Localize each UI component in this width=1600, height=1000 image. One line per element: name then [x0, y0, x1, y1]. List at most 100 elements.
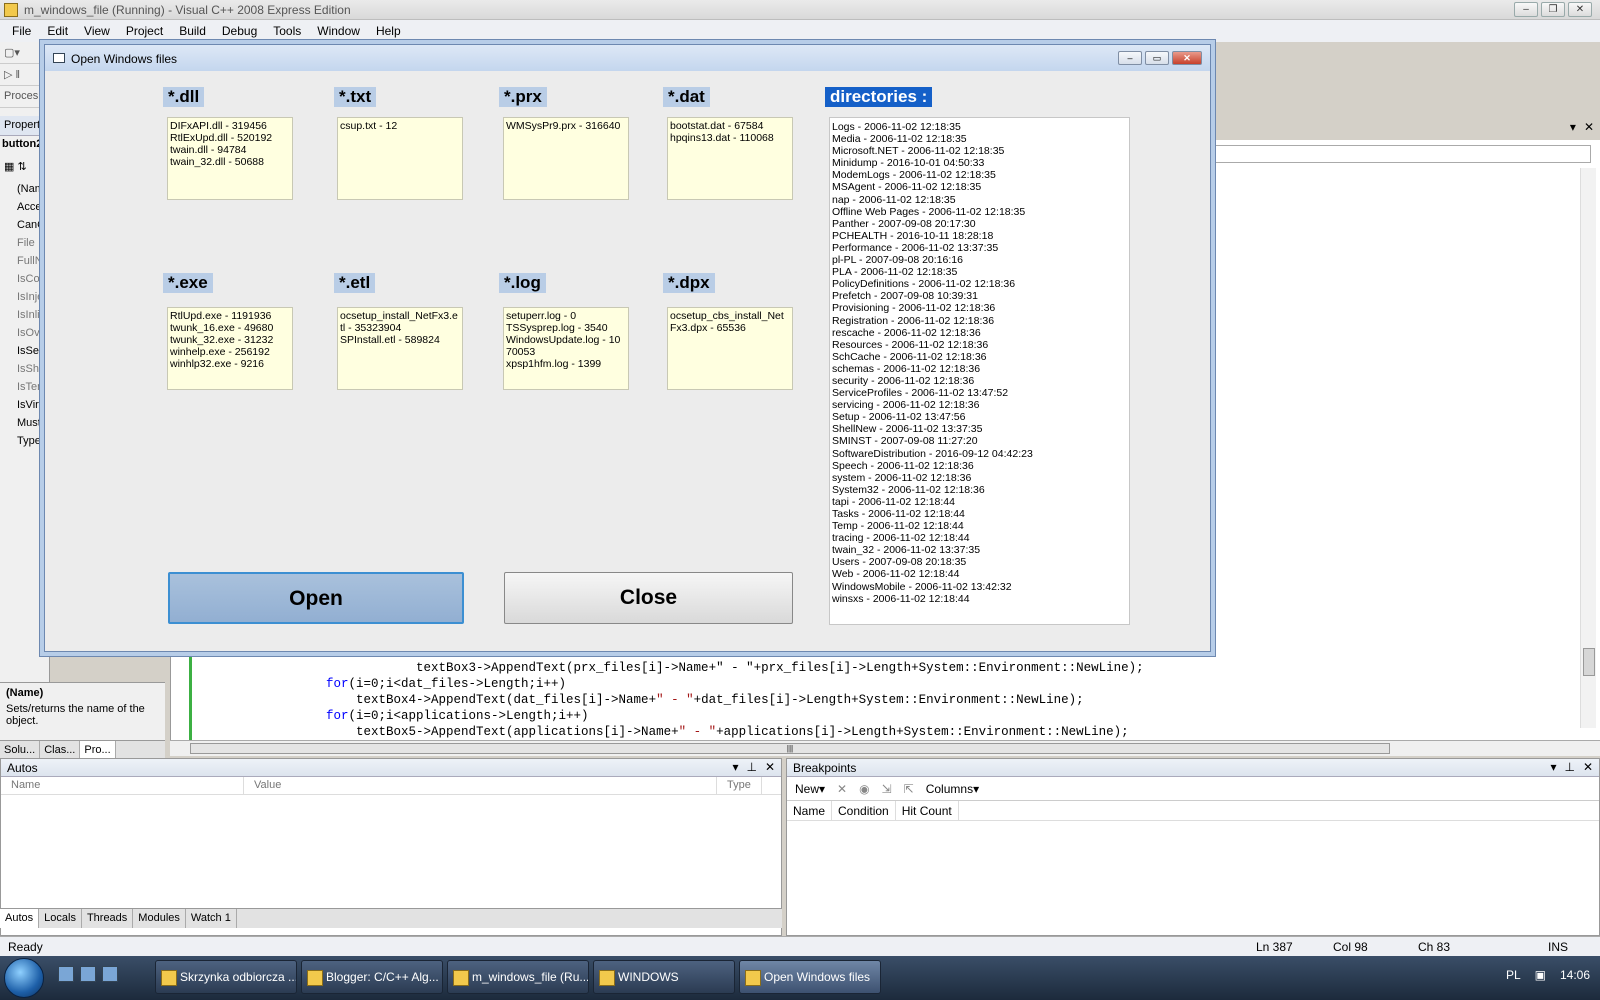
import-icon[interactable]: ⇱	[904, 782, 914, 796]
column-header[interactable]: Type	[717, 777, 762, 794]
editor-horizontal-scrollbar[interactable]: |||	[170, 740, 1600, 756]
member-dropdown[interactable]	[1211, 145, 1591, 163]
property-row[interactable]: IsInje	[0, 288, 50, 306]
textbox-exe[interactable]: RtlUpd.exe - 1191936 twunk_16.exe - 4968…	[167, 307, 293, 390]
scroll-thumb[interactable]: |||	[190, 743, 1390, 754]
close-button[interactable]: ✕	[1172, 51, 1202, 65]
textbox-dpx[interactable]: ocsetup_cbs_install_NetFx3.dpx - 65536	[667, 307, 793, 390]
scroll-thumb[interactable]	[1583, 648, 1595, 676]
property-list: (Nam Acce CanC File FullN IsCor IsInje I…	[0, 180, 50, 450]
close-button[interactable]: ✕	[1568, 2, 1592, 17]
editor-vertical-scrollbar[interactable]	[1580, 168, 1596, 728]
chevron-down-icon[interactable]: ▾	[732, 760, 738, 774]
close-icon[interactable]: ✕	[1584, 120, 1594, 134]
column-header[interactable]: Hit Count	[896, 801, 959, 820]
taskbar-item[interactable]: Blogger: C/C++ Alg...	[301, 960, 443, 994]
export-icon[interactable]: ⇲	[882, 782, 892, 796]
minimize-button[interactable]: –	[1514, 2, 1538, 17]
column-header[interactable]: Name	[787, 801, 833, 820]
list-item: Resources - 2006-11-02 12:18:36	[832, 338, 989, 351]
property-row[interactable]: IsTen	[0, 378, 50, 396]
close-icon[interactable]: ✕	[1583, 760, 1593, 774]
directories-listbox[interactable]: Logs - 2006-11-02 12:18:35 Media - 2006-…	[829, 117, 1130, 625]
status-column: Col 98	[1333, 940, 1368, 954]
property-row[interactable]: IsSha	[0, 360, 50, 378]
close-icon[interactable]: ✕	[765, 760, 775, 774]
taskbar-item[interactable]: Open Windows files	[739, 960, 881, 994]
properties-sort-icons[interactable]: ▦ ⇅	[4, 160, 27, 173]
menu-file[interactable]: File	[4, 24, 39, 38]
properties-object-name[interactable]: button2	[2, 138, 42, 150]
network-icon[interactable]: ▣	[1535, 968, 1546, 982]
new-breakpoint-button[interactable]: New▾	[795, 782, 825, 796]
property-row[interactable]: IsCor	[0, 270, 50, 288]
property-row[interactable]: Type	[0, 432, 50, 450]
menu-project[interactable]: Project	[118, 24, 171, 38]
menu-help[interactable]: Help	[368, 24, 409, 38]
taskbar-items: Skrzynka odbiorcza ... Blogger: C/C++ Al…	[155, 960, 881, 994]
list-item: TSSysprep.log - 3540	[506, 322, 608, 334]
textbox-etl[interactable]: ocsetup_install_NetFx3.etl - 35323904 SP…	[337, 307, 463, 390]
taskbar-item[interactable]: WINDOWS	[593, 960, 735, 994]
menu-view[interactable]: View	[76, 24, 118, 38]
property-row[interactable]: File	[0, 234, 50, 252]
list-item: winsxs - 2006-11-02 12:18:44	[832, 592, 970, 605]
list-item: servicing - 2006-11-02 12:18:36	[832, 399, 980, 412]
tab-locals[interactable]: Locals	[39, 909, 82, 928]
menu-debug[interactable]: Debug	[214, 24, 265, 38]
toolbar-row-2[interactable]: ▷ ‖	[0, 64, 49, 86]
tab-watch-1[interactable]: Watch 1	[186, 909, 237, 928]
column-header[interactable]: Name	[1, 777, 244, 794]
menu-tools[interactable]: Tools	[265, 24, 309, 38]
property-row[interactable]: Must	[0, 414, 50, 432]
list-item: DIFxAPI.dll - 319456	[170, 120, 267, 132]
maximize-button[interactable]: ▭	[1145, 51, 1169, 65]
switch-windows-icon[interactable]	[80, 966, 96, 982]
internet-explorer-icon[interactable]	[102, 966, 118, 982]
property-row[interactable]: IsInli	[0, 306, 50, 324]
list-item: Temp - 2006-11-02 12:18:44	[832, 520, 964, 533]
taskbar-item[interactable]: m_windows_file (Ru...	[447, 960, 589, 994]
minimize-button[interactable]: –	[1118, 51, 1142, 65]
tab-threads[interactable]: Threads	[82, 909, 134, 928]
textbox-dat[interactable]: bootstat.dat - 67584 hpqins13.dat - 1100…	[667, 117, 793, 200]
pin-icon[interactable]: ⊥	[1564, 760, 1574, 774]
close-dialog-button[interactable]: Close	[504, 572, 793, 624]
open-button[interactable]: Open	[168, 572, 464, 624]
property-row[interactable]: IsVirt	[0, 396, 50, 414]
language-indicator[interactable]: PL	[1506, 968, 1521, 982]
textbox-prx[interactable]: WMSysPr9.prx - 316640	[503, 117, 629, 200]
menu-window[interactable]: Window	[309, 24, 368, 38]
tab-modules[interactable]: Modules	[133, 909, 186, 928]
dialog-window-controls: – ▭ ✕	[1118, 51, 1202, 65]
property-row[interactable]: IsOve	[0, 324, 50, 342]
quick-launch	[58, 966, 118, 982]
column-header[interactable]: Condition	[832, 801, 896, 820]
list-item: Logs - 2006-11-02 12:18:35	[832, 121, 961, 133]
maximize-button[interactable]: ❐	[1541, 2, 1565, 17]
property-row[interactable]: FullN	[0, 252, 50, 270]
toolbar-row-1[interactable]: ▢▾	[0, 42, 49, 64]
textbox-txt[interactable]: csup.txt - 12	[337, 117, 463, 200]
property-row[interactable]: IsSea	[0, 342, 50, 360]
textbox-log[interactable]: setuperr.log - 0 TSSysprep.log - 3540 Wi…	[503, 307, 629, 390]
start-button[interactable]	[4, 958, 44, 998]
disable-all-icon[interactable]: ◉	[859, 782, 869, 796]
pin-icon[interactable]: ⊥	[746, 760, 756, 774]
chevron-down-icon[interactable]: ▾	[1570, 120, 1576, 134]
code-text[interactable]: textBox3->AppendText(prx_files[i]->Name+…	[326, 660, 1144, 740]
column-header[interactable]: Value	[244, 777, 717, 794]
property-row[interactable]: CanC	[0, 216, 50, 234]
chevron-down-icon[interactable]: ▾	[1550, 760, 1556, 774]
tab-autos[interactable]: Autos	[0, 909, 40, 928]
delete-icon[interactable]: ✕	[837, 782, 847, 796]
menu-edit[interactable]: Edit	[39, 24, 76, 38]
property-row[interactable]: (Nam	[0, 180, 50, 198]
taskbar-item[interactable]: Skrzynka odbiorcza ...	[155, 960, 297, 994]
columns-button[interactable]: Columns▾	[926, 782, 979, 796]
menu-build[interactable]: Build	[171, 24, 214, 38]
show-desktop-icon[interactable]	[58, 966, 74, 982]
property-row[interactable]: Acce	[0, 198, 50, 216]
clock[interactable]: 14:06	[1560, 968, 1590, 982]
textbox-dll[interactable]: DIFxAPI.dll - 319456 RtlExUpd.dll - 5201…	[167, 117, 293, 200]
